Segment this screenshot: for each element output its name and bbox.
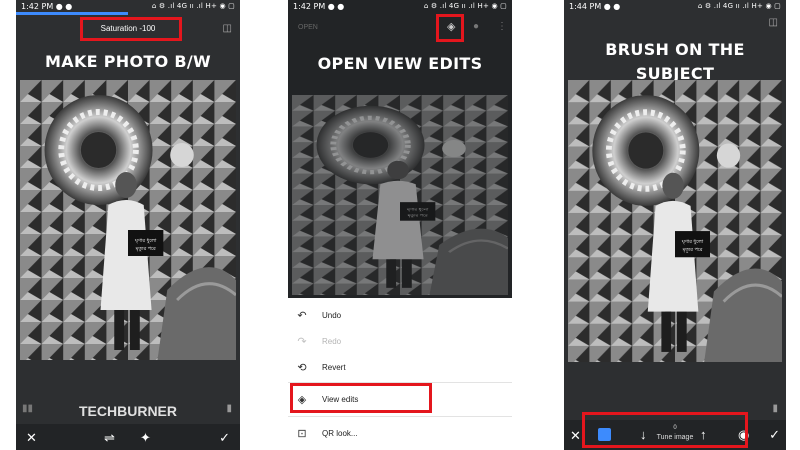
apply-icon[interactable]: ✓: [219, 431, 230, 444]
menu-item-qr-look[interactable]: ⊡ QR look...: [288, 420, 512, 446]
status-time: 1:42 PM ● ●: [21, 1, 73, 11]
undo-icon: ↶: [297, 309, 307, 322]
bookmark-icon[interactable]: ▮: [226, 404, 232, 414]
progress-bar: [16, 12, 128, 15]
qr-look-icon: ⊡: [297, 427, 307, 440]
menu-item-undo[interactable]: ↶ Undo: [288, 302, 512, 328]
photo: [292, 95, 508, 295]
status-icons: ⌂ ⚙ .ıl 4G ıı .ıl H+ ◉ ▢: [697, 2, 781, 10]
status-icons: ⌂ ⚙ .ıl 4G ıı .ıl H+ ◉ ▢: [151, 2, 235, 10]
caption: OPEN VIEW EDITS: [317, 54, 483, 73]
more-icon[interactable]: ⋮: [497, 22, 507, 32]
caption-line-1: BRUSH ON THE: [605, 40, 745, 59]
redo-icon: ↷: [297, 335, 307, 348]
caption: MAKE PHOTO B/W: [45, 52, 211, 71]
compare-icon[interactable]: ◫: [769, 18, 778, 28]
tune-icon[interactable]: ⇌: [104, 431, 115, 444]
apply-icon[interactable]: ✓: [769, 428, 780, 441]
menu-item-label: Redo: [322, 336, 342, 346]
open-button[interactable]: OPEN: [298, 24, 318, 31]
magic-wand-icon[interactable]: ✦: [140, 431, 151, 444]
status-time: 1:44 PM ● ●: [569, 1, 621, 11]
status-icons: ⌂ ⚙ .ıl 4G ıı .ıl H+ ◉ ▢: [423, 2, 507, 10]
menu-item-label: QR look...: [322, 428, 358, 438]
photo: [20, 80, 236, 360]
highlight-box: [436, 14, 464, 42]
bookmark-icon[interactable]: ▮: [772, 404, 778, 414]
compare-icon[interactable]: ◫: [223, 24, 232, 34]
brand-label: TECHBURNER: [79, 403, 177, 419]
highlight-box: [290, 383, 432, 413]
info-icon[interactable]: ●: [473, 22, 479, 32]
menu-divider: [288, 416, 512, 417]
edits-menu-sheet: ↶ Undo ↷ Redo ⟲ Revert ◈ View edits ⊡ QR…: [288, 298, 512, 450]
menu-item-redo[interactable]: ↷ Redo: [288, 328, 512, 354]
photo: [568, 80, 782, 362]
phone-panel-1: 1:42 PM ● ● ⌂ ⚙ .ıl 4G ıı .ıl H+ ◉ ▢ Sat…: [16, 0, 240, 450]
phone-panel-3: 1:44 PM ● ● ⌂ ⚙ .ıl 4G ıı .ıl H+ ◉ ▢ ◫ B…: [564, 0, 786, 450]
close-icon[interactable]: ✕: [26, 431, 37, 444]
menu-item-label: Revert: [322, 362, 346, 372]
status-bar: 1:42 PM ● ● ⌂ ⚙ .ıl 4G ıı .ıl H+ ◉ ▢: [16, 0, 240, 12]
highlight-box: [80, 17, 182, 41]
status-bar: 1:44 PM ● ● ⌂ ⚙ .ıl 4G ıı .ıl H+ ◉ ▢: [564, 0, 786, 12]
menu-item-revert[interactable]: ⟲ Revert: [288, 354, 512, 380]
highlight-box: [582, 412, 748, 448]
status-bar: 1:42 PM ● ● ⌂ ⚙ .ıl 4G ıı .ıl H+ ◉ ▢: [288, 0, 512, 12]
status-time: 1:42 PM ● ●: [293, 1, 345, 11]
revert-icon: ⟲: [297, 361, 307, 374]
bottom-toolbar: ✕ ⇌ ✦ ✓: [16, 424, 240, 450]
phone-panel-2: 1:42 PM ● ● ⌂ ⚙ .ıl 4G ıı .ıl H+ ◉ ▢ OPE…: [288, 0, 512, 450]
menu-item-label: Undo: [322, 310, 342, 320]
